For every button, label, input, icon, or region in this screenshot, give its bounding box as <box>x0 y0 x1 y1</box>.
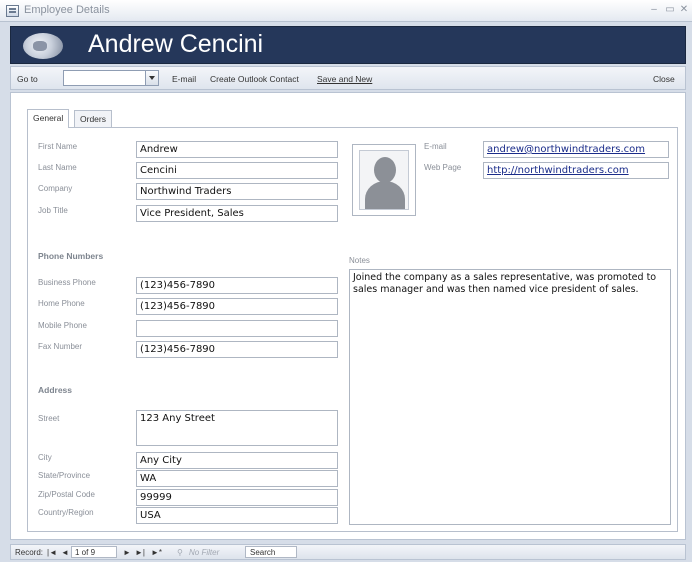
street-field[interactable]: 123 Any Street <box>136 410 338 446</box>
minimize-button[interactable]: – <box>648 3 660 17</box>
email-field[interactable]: andrew@northwindtraders.com <box>483 141 669 158</box>
employee-logo-icon <box>23 33 63 59</box>
mobile-phone-label: Mobile Phone <box>38 321 87 330</box>
state-province-field[interactable]: WA <box>136 470 338 487</box>
form-header: Andrew Cencini <box>10 26 686 64</box>
maximize-button[interactable]: ▭ <box>664 3 676 17</box>
previous-record-button[interactable]: ◄ <box>61 548 69 557</box>
window-title: Employee Details <box>24 4 110 16</box>
company-label: Company <box>38 184 73 193</box>
last-record-button[interactable]: ►| <box>135 548 145 557</box>
filter-icon: ⚲ <box>177 548 183 557</box>
company-field[interactable]: Northwind Traders <box>136 183 338 200</box>
country-region-label: Country/Region <box>38 508 94 517</box>
country-region-field[interactable]: USA <box>136 507 338 524</box>
last-name-field[interactable]: Cencini <box>136 162 338 179</box>
form-icon <box>6 5 19 17</box>
email-button[interactable]: E-mail <box>172 74 196 84</box>
first-record-button[interactable]: |◄ <box>47 548 57 557</box>
employee-photo[interactable] <box>352 144 416 216</box>
new-record-button[interactable]: ►* <box>151 548 162 557</box>
mobile-phone-field[interactable] <box>136 320 338 337</box>
search-field[interactable]: Search <box>245 546 297 558</box>
job-title-field[interactable]: Vice President, Sales <box>136 205 338 222</box>
first-name-field[interactable]: Andrew <box>136 141 338 158</box>
fax-number-field[interactable]: (123)456-7890 <box>136 341 338 358</box>
record-navigation-bar: Record: |◄ ◄ 1 of 9 ► ►| ►* ⚲ No Filter … <box>10 544 686 560</box>
state-province-label: State/Province <box>38 471 91 480</box>
city-label: City <box>38 453 52 462</box>
address-heading: Address <box>38 385 73 395</box>
form-toolbar: Go to E-mail Create Outlook Contact Save… <box>10 66 686 90</box>
home-phone-label: Home Phone <box>38 299 85 308</box>
goto-label: Go to <box>17 74 38 84</box>
city-field[interactable]: Any City <box>136 452 338 469</box>
dropdown-arrow-icon[interactable] <box>145 71 158 85</box>
no-filter-button[interactable]: No Filter <box>189 548 219 557</box>
job-title-label: Job Title <box>38 206 68 215</box>
street-label: Street <box>38 414 60 423</box>
fax-number-label: Fax Number <box>38 342 83 351</box>
home-phone-field[interactable]: (123)456-7890 <box>136 298 338 315</box>
record-position-field[interactable]: 1 of 9 <box>71 546 117 558</box>
web-page-field[interactable]: http://northwindtraders.com <box>483 162 669 179</box>
business-phone-label: Business Phone <box>38 278 96 287</box>
close-window-button[interactable]: ✕ <box>678 3 690 17</box>
phone-numbers-heading: Phone Numbers <box>38 251 104 261</box>
business-phone-field[interactable]: (123)456-7890 <box>136 277 338 294</box>
zip-postal-code-field[interactable]: 99999 <box>136 489 338 506</box>
window-titlebar: Employee Details – ▭ ✕ <box>0 0 692 22</box>
notes-label: Notes <box>349 256 370 265</box>
close-button[interactable]: Close <box>653 74 675 84</box>
web-page-label: Web Page <box>424 163 462 172</box>
photo-placeholder-icon <box>359 150 409 210</box>
record-label: Record: <box>15 548 44 557</box>
notes-field[interactable]: Joined the company as a sales representa… <box>349 269 671 525</box>
tab-general[interactable]: General <box>27 109 70 128</box>
tab-orders[interactable]: Orders <box>74 110 112 127</box>
email-label: E-mail <box>424 142 447 151</box>
save-and-new-button[interactable]: Save and New <box>317 74 372 84</box>
create-outlook-contact-button[interactable]: Create Outlook Contact <box>210 74 299 84</box>
employee-name-title: Andrew Cencini <box>88 30 264 58</box>
first-name-label: First Name <box>38 142 78 151</box>
zip-postal-code-label: Zip/Postal Code <box>38 490 95 499</box>
tab-panel-general: First Name Andrew Last Name Cencini Comp… <box>27 127 678 532</box>
last-name-label: Last Name <box>38 163 77 172</box>
form-body: General Orders First Name Andrew Last Na… <box>10 92 686 540</box>
goto-combobox[interactable] <box>63 70 159 86</box>
next-record-button[interactable]: ► <box>123 548 131 557</box>
